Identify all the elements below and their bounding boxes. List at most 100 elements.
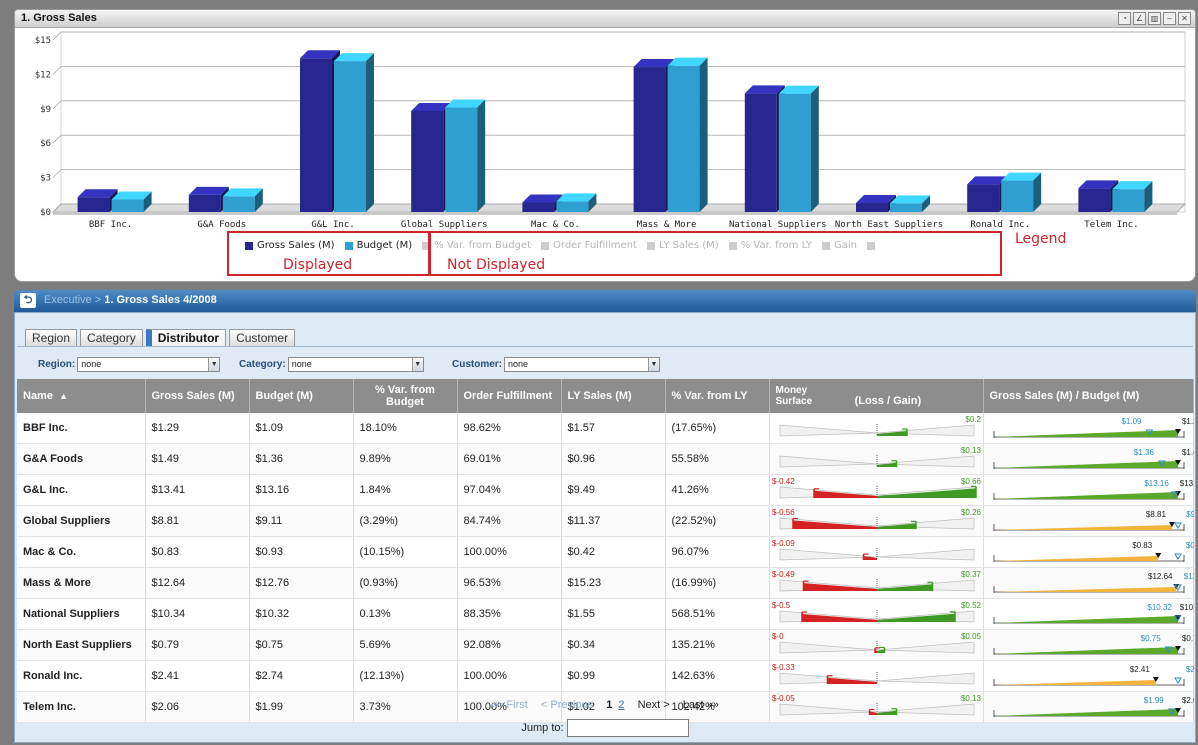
gain-area <box>876 488 976 498</box>
cell-fulfill: 84.74% <box>457 505 562 537</box>
bar-front <box>445 107 478 212</box>
column-header-gross-sales[interactable]: Gross Sales (M) <box>145 379 250 413</box>
gridline-diagonal <box>52 134 62 144</box>
column-header-gross-vs-budget[interactable]: Gross Sales (M) / Budget (M) <box>983 379 1194 413</box>
category-select[interactable]: none ▼ <box>287 357 424 372</box>
table-row[interactable]: G&A Foods $1.49 $1.36 9.89% 69.01% $0.96 55.58… <box>17 443 1198 475</box>
tab-region[interactable]: Region <box>25 329 78 346</box>
cell-gross: $10.34 <box>145 598 250 630</box>
cell-name[interactable]: North East Suppliers <box>17 629 146 661</box>
gridline-diagonal <box>52 169 62 178</box>
y-tick-label: $15 <box>35 36 51 46</box>
customer-filter-label: Customer: <box>452 359 503 370</box>
cell-budget: $10.32 <box>249 598 354 630</box>
gridline-diagonal <box>52 31 62 41</box>
cell-name[interactable]: G&L Inc. <box>17 474 146 506</box>
cell-ly: $0.34 <box>561 629 666 661</box>
cell-name[interactable]: G&A Foods <box>17 443 146 475</box>
table-row[interactable]: Ronald Inc. $2.41 $2.74 (12.13%) 100.00% $0.9… <box>17 660 1198 692</box>
column-header-money-surface[interactable]: Money Surface (Loss / Gain) <box>769 379 984 413</box>
gain-value-label: $0.2 <box>965 415 981 424</box>
column-header-var-ly[interactable]: % Var. from LY <box>665 379 770 413</box>
bullet-sparkline: $12.76 $12.64 <box>993 572 1198 593</box>
pager-first[interactable]: «« First <box>491 699 528 711</box>
bullet-actual-label: $12.64 <box>1148 572 1173 581</box>
tab-distributor[interactable]: Distributor <box>145 329 227 346</box>
tab-customer[interactable]: Customer <box>229 329 296 346</box>
back-button[interactable]: ⮌ <box>20 293 36 308</box>
column-header-name[interactable]: Name ▲ <box>17 379 146 413</box>
bullet-actual-bar <box>993 525 1172 530</box>
pager-page-2[interactable]: 2 <box>618 699 624 711</box>
bullet-budget-label: $12.76 <box>1183 572 1193 581</box>
table-row[interactable]: National Suppliers $10.34 $10.32 0.13% 88.35… <box>17 598 1198 630</box>
region-select[interactable]: none ▼ <box>77 357 221 372</box>
jump-to-input[interactable] <box>566 719 689 737</box>
gain-value-label: $0.05 <box>960 632 981 641</box>
table-row[interactable]: Mac & Co. $0.83 $0.93 (10.15%) 100.00% $0.42 9… <box>17 536 1198 568</box>
cell-name[interactable]: Mass & More <box>17 567 146 599</box>
bar-budget <box>556 193 597 212</box>
bullet-actual-label: $0.83 <box>1132 541 1153 550</box>
column-header-order-fulfillment[interactable]: Order Fulfillment <box>457 379 562 413</box>
cell-fulfill: 98.62% <box>457 413 562 444</box>
customer-select[interactable]: none ▼ <box>504 357 661 372</box>
gauge-icon[interactable]: ◔ <box>1118 12 1131 25</box>
bullet-sparkline: $0.93 $0.83 <box>993 541 1198 562</box>
column-header-ly-sales[interactable]: LY Sales (M) <box>561 379 666 413</box>
bullet-budget-marker <box>1173 677 1182 684</box>
bullet-actual-bar <box>993 461 1178 468</box>
cell-var-ly: 41.26% <box>665 474 770 506</box>
bullet-actual-label: $8.81 <box>1145 510 1166 519</box>
money-surface-sparkline: $-0.56 $0.26 <box>772 508 981 530</box>
table-row[interactable]: Global Suppliers $8.81 $9.11 (3.29%) 84.74% $… <box>17 505 1198 537</box>
table-row[interactable]: BBF Inc. $1.29 $1.09 18.10% 98.62% $1.57 (17.6… <box>17 413 1198 444</box>
cell-name[interactable]: Mac & Co. <box>17 536 146 568</box>
cell-gross: $1.49 <box>145 443 250 475</box>
table-row[interactable]: North East Suppliers $0.79 $0.75 5.69% 92.08… <box>17 629 1198 661</box>
cell-var-ly: (22.52%) <box>665 505 770 537</box>
close-icon[interactable]: ✕ <box>1178 12 1191 25</box>
minimize-icon[interactable]: – <box>1163 12 1176 25</box>
cell-name[interactable]: BBF Inc. <box>17 413 146 444</box>
sort-asc-icon[interactable]: ▲ <box>59 391 68 401</box>
pager-next[interactable]: Next > <box>638 699 670 711</box>
tab-category[interactable]: Category <box>80 329 143 346</box>
chevron-down-icon[interactable]: ▼ <box>648 358 660 371</box>
bullet-budget-label: $0.93 <box>1185 541 1193 550</box>
chevron-down-icon[interactable]: ▼ <box>208 358 220 371</box>
cell-gross: $2.41 <box>145 660 250 692</box>
gain-value-label: $0.37 <box>960 570 981 579</box>
column-header-budget[interactable]: Budget (M) <box>249 379 354 413</box>
y-tick-label: $3 <box>40 174 51 184</box>
column-header-var-budget[interactable]: % Var. from Budget <box>353 379 458 413</box>
table-row[interactable]: Mass & More $12.64 $12.76 (0.93%) 96.53% $15.… <box>17 567 1198 599</box>
cell-money-surface: $-0.5 $0.52 <box>769 598 984 630</box>
chart-panel: 1. Gross Sales ◔ ∠ ▥ – ✕ $0 $3 $6 $9 $12 $15 B… <box>14 9 1196 282</box>
loss-value-label: $-0.09 <box>772 539 795 548</box>
table-row[interactable]: G&L Inc. $13.41 $13.16 1.84% 97.04% $9.49 41.2… <box>17 474 1198 506</box>
bullet-actual-label: $10.34 <box>1179 603 1193 612</box>
bullet-budget-label: $10.32 <box>1147 603 1172 612</box>
cell-var-budget: 0.13% <box>353 598 458 630</box>
cell-gross-vs-budget: $13.16 $13.41 <box>983 474 1198 506</box>
cell-fulfill: 97.04% <box>457 474 562 506</box>
breadcrumb-parent[interactable]: Executive <box>44 294 92 306</box>
cell-name[interactable]: Global Suppliers <box>17 505 146 537</box>
cell-ly: $0.99 <box>561 660 666 692</box>
line-chart-icon[interactable]: ∠ <box>1133 12 1146 25</box>
chevron-down-icon[interactable]: ▼ <box>411 358 423 371</box>
pager-previous[interactable]: < Previous <box>541 699 593 711</box>
cell-fulfill: 96.53% <box>457 567 562 599</box>
cell-gross-vs-budget: $0.93 $0.83 <box>983 536 1198 568</box>
cell-name[interactable]: National Suppliers <box>17 598 146 630</box>
x-category-label: Mac & Co. <box>531 220 580 230</box>
cell-name[interactable]: Ronald Inc. <box>17 660 146 692</box>
bullet-sparkline: $1.09 $1.29 <box>993 417 1198 438</box>
cell-var-ly: (16.99%) <box>665 567 770 599</box>
pager-last[interactable]: Last »» <box>683 699 719 711</box>
bar-chart-icon[interactable]: ▥ <box>1148 12 1161 25</box>
cell-money-surface: $0.2 <box>769 413 984 444</box>
bullet-sparkline: $13.16 $13.41 <box>993 479 1198 500</box>
cell-gross-vs-budget: $2.74 $2.41 <box>983 660 1198 692</box>
